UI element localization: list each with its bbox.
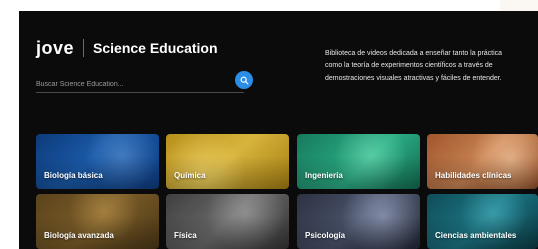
description-line: como la teoría de experimentos científic… (325, 62, 493, 70)
tile-label: Química (174, 171, 206, 180)
tile-ingenieria[interactable]: Ingeniería (297, 134, 420, 189)
tile-biologia-avanzada[interactable]: Biología avanzada (36, 194, 159, 249)
tile-overlay (427, 134, 538, 189)
tile-fisica[interactable]: Física (166, 194, 289, 249)
tile-biologia-basica[interactable]: Biología básica (36, 134, 159, 189)
tile-overlay (36, 194, 159, 249)
tile-overlay (427, 194, 538, 249)
tile-label: Psicología (305, 231, 346, 240)
product-title: Science Education (93, 40, 218, 56)
search-icon (240, 76, 248, 84)
tile-quimica[interactable]: Química (166, 134, 289, 189)
tile-overlay (166, 194, 289, 249)
logo-divider (83, 39, 85, 57)
tile-label: Ciencias ambientales (435, 231, 517, 240)
tile-label: Ingeniería (305, 171, 343, 180)
tile-overlay (297, 134, 420, 189)
tile-overlay (166, 134, 289, 189)
search-button[interactable] (235, 71, 253, 89)
search-input[interactable] (36, 75, 244, 94)
tile-overlay (36, 134, 159, 189)
brand: jove Science Education (36, 37, 218, 59)
jove-logo[interactable]: jove (36, 38, 74, 59)
description-line: Biblioteca de videos dedicada a enseñar … (325, 50, 503, 57)
tile-habilidades-clinicas[interactable]: Habilidades clínicas (427, 134, 538, 189)
science-education-header-panel: jove Science Education Biblioteca de vid… (19, 11, 538, 249)
library-description: Biblioteca de videos dedicada a enseñar … (325, 48, 537, 85)
tile-label: Biología avanzada (44, 231, 114, 240)
tile-overlay (297, 194, 420, 249)
search-field (36, 73, 244, 94)
tile-label: Biología básica (44, 171, 103, 180)
tile-label: Habilidades clínicas (435, 171, 512, 180)
tile-label: Física (174, 231, 197, 240)
description-line: demostraciones visuales atractivas y fác… (325, 74, 502, 82)
tile-ciencias-ambientales[interactable]: Ciencias ambientales (427, 194, 538, 249)
tile-psicologia[interactable]: Psicología (297, 194, 420, 249)
